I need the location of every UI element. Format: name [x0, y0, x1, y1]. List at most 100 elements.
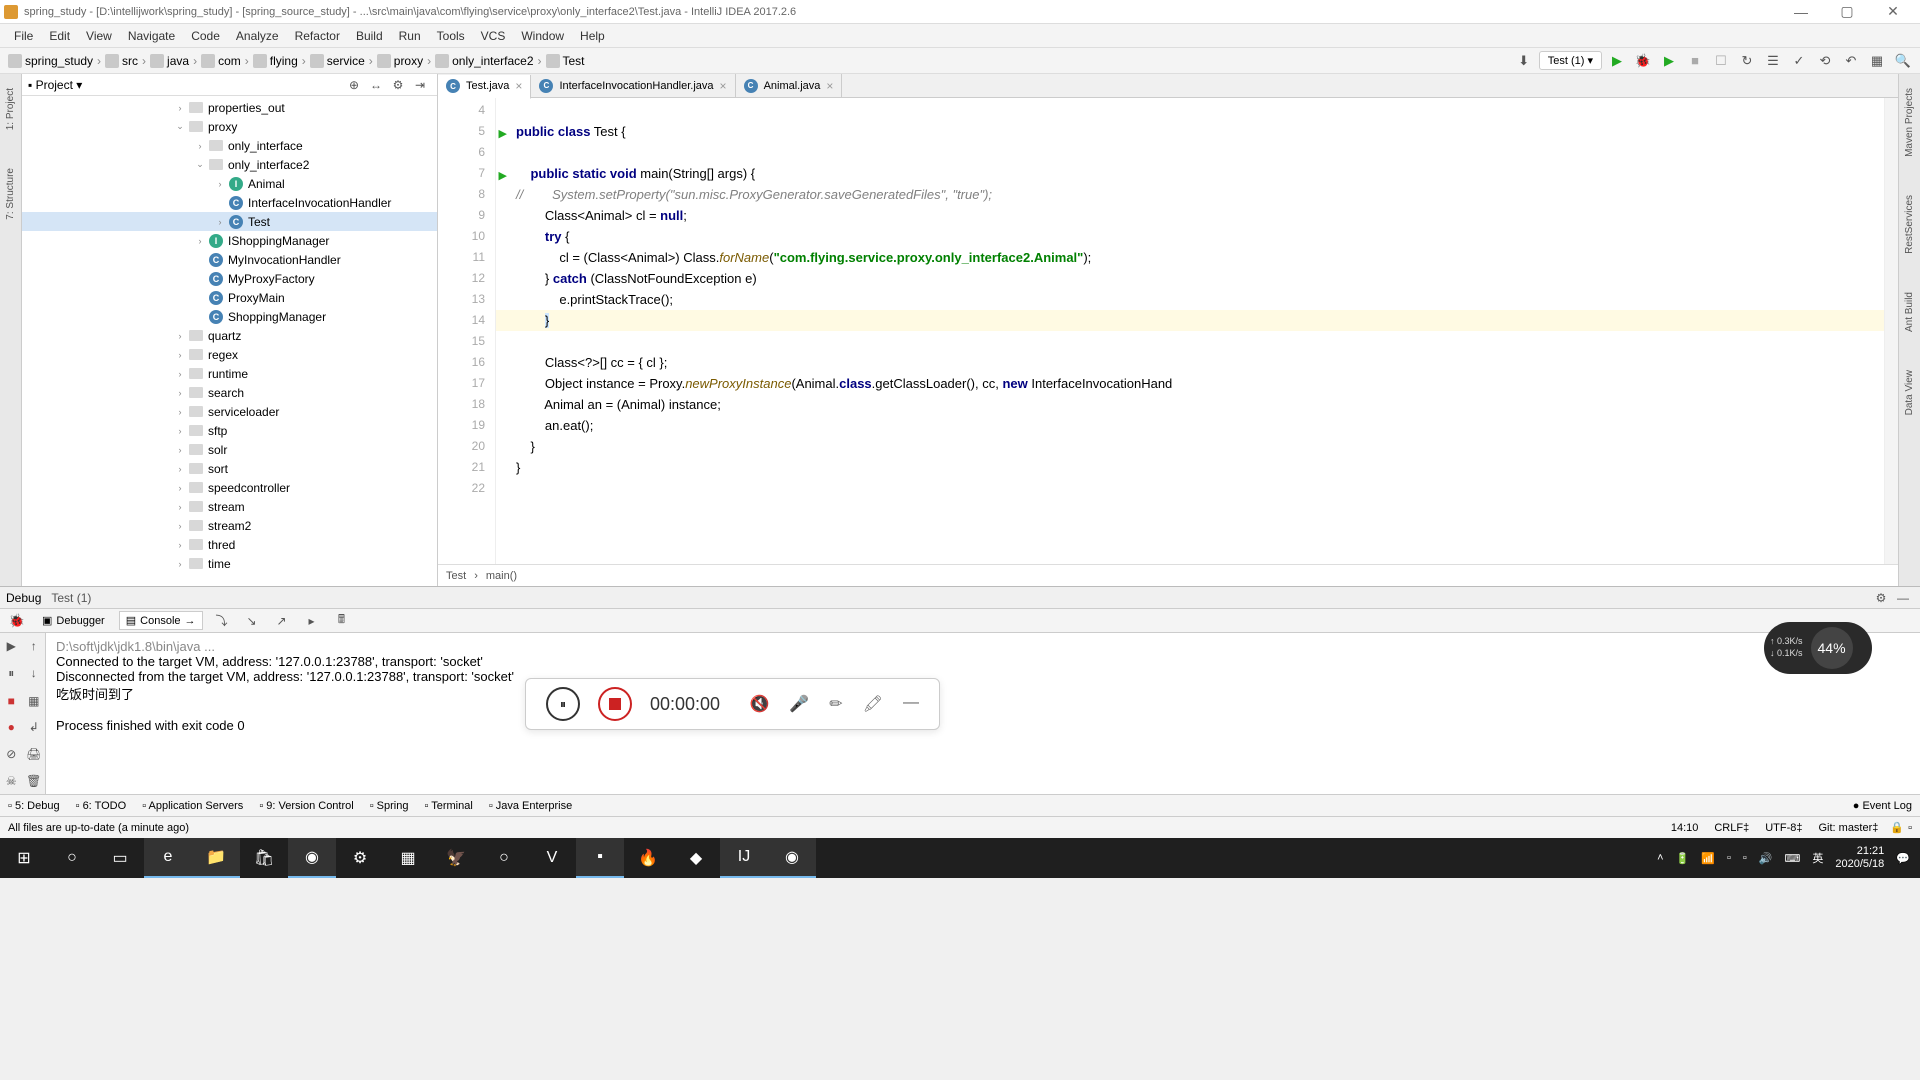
project-view-selector[interactable]: ▪ Project ▾: [28, 78, 343, 92]
settings-icon[interactable]: ⚙: [387, 74, 409, 96]
menu-build[interactable]: Build: [348, 29, 391, 43]
app6-icon[interactable]: ◆: [672, 838, 720, 878]
breadcrumb-com[interactable]: com: [199, 54, 243, 68]
keyboard-icon[interactable]: ⌨: [1784, 852, 1800, 865]
tool-9-version-control[interactable]: ▫ 9: Version Control: [259, 800, 353, 812]
menu-run[interactable]: Run: [391, 29, 429, 43]
app2-icon[interactable]: 🦅: [432, 838, 480, 878]
breadcrumb-service[interactable]: service: [308, 54, 367, 68]
tray-expand-icon[interactable]: ˄: [1657, 852, 1663, 864]
maven-tool-tab[interactable]: Maven Projects: [1904, 84, 1915, 161]
layout-icon[interactable]: ▦: [23, 687, 46, 714]
code-editor[interactable]: public class Test { public static void m…: [496, 98, 1884, 564]
tree-item-regex[interactable]: ›regex: [22, 345, 437, 364]
highlight-icon[interactable]: 🖍: [863, 694, 883, 714]
stop-button[interactable]: ■: [1684, 50, 1706, 72]
start-button[interactable]: ⊞: [0, 838, 48, 878]
power-icon[interactable]: 🔋: [1676, 852, 1690, 865]
tray-icon[interactable]: ▫: [1727, 852, 1731, 864]
tree-item-search[interactable]: ›search: [22, 383, 437, 402]
tree-item-proxy[interactable]: ⌄proxy: [22, 117, 437, 136]
tree-item-stream2[interactable]: ›stream2: [22, 516, 437, 535]
mic-icon[interactable]: 🎤: [789, 694, 809, 714]
breadcrumb-proxy[interactable]: proxy: [375, 54, 425, 68]
update-button[interactable]: ↻: [1736, 50, 1758, 72]
recorder-app-icon[interactable]: ◉: [768, 838, 816, 878]
chrome-icon[interactable]: ◉: [288, 838, 336, 878]
down-icon[interactable]: ↓: [23, 660, 46, 688]
breadcrumb-spring_study[interactable]: spring_study: [6, 54, 95, 68]
menu-view[interactable]: View: [78, 29, 120, 43]
search-icon[interactable]: 🔍: [1892, 50, 1914, 72]
line-ending[interactable]: CRLF‡: [1714, 822, 1749, 834]
breadcrumb-only_interface2[interactable]: only_interface2: [433, 54, 535, 68]
console-output[interactable]: D:\soft\jdk\jdk1.8\bin\java ...Connected…: [46, 633, 1920, 794]
close-tab-icon[interactable]: ×: [515, 79, 522, 93]
tree-item-sort[interactable]: ›sort: [22, 459, 437, 478]
project-tree[interactable]: ›properties_out⌄proxy›only_interface⌄onl…: [22, 96, 437, 586]
app4-icon[interactable]: V: [528, 838, 576, 878]
menu-analyze[interactable]: Analyze: [228, 29, 287, 43]
pause-record-button[interactable]: ⏸: [546, 687, 580, 721]
tree-item-shoppingmanager[interactable]: CShoppingManager: [22, 307, 437, 326]
close-tab-icon[interactable]: ×: [720, 79, 727, 93]
status-more-icon[interactable]: ▫: [1908, 822, 1912, 834]
tree-item-serviceloader[interactable]: ›serviceloader: [22, 402, 437, 421]
tree-item-speedcontroller[interactable]: ›speedcontroller: [22, 478, 437, 497]
breadcrumb-java[interactable]: java: [148, 54, 191, 68]
tree-item-myinvocationhandler[interactable]: CMyInvocationHandler: [22, 250, 437, 269]
menu-edit[interactable]: Edit: [41, 29, 78, 43]
maximize-button[interactable]: ▢: [1824, 1, 1870, 23]
cortana-icon[interactable]: ○: [48, 838, 96, 878]
breadcrumb-src[interactable]: src: [103, 54, 140, 68]
pause-icon[interactable]: ⏸: [0, 660, 23, 688]
encoding[interactable]: UTF-8‡: [1765, 822, 1802, 834]
rest-tool-tab[interactable]: RestServices: [1904, 191, 1915, 258]
tool-5-debug[interactable]: ▫ 5: Debug: [8, 800, 60, 812]
breadcrumb-test[interactable]: Test: [544, 54, 587, 68]
tree-item-ishoppingmanager[interactable]: ›IIShoppingManager: [22, 231, 437, 250]
minimize-button[interactable]: —: [1778, 1, 1824, 23]
vcs-branch-icon[interactable]: ☰: [1762, 50, 1784, 72]
tree-item-only_interface[interactable]: ›only_interface: [22, 136, 437, 155]
lock-icon[interactable]: 🔒: [1890, 821, 1904, 834]
breakpoint-icon[interactable]: ●: [0, 714, 23, 741]
tab-animal[interactable]: CAnimal.java×: [736, 74, 843, 98]
debug-hide-icon[interactable]: —: [1892, 587, 1914, 609]
menu-refactor[interactable]: Refactor: [287, 29, 348, 43]
rerun-icon[interactable]: 🐞: [6, 610, 28, 632]
debug-settings-icon[interactable]: ⚙: [1870, 587, 1892, 609]
close-tab-icon[interactable]: ×: [826, 79, 833, 93]
tool-terminal[interactable]: ▫ Terminal: [424, 800, 472, 812]
trash-icon[interactable]: 🗑: [23, 767, 46, 794]
hide-icon[interactable]: ⇥: [409, 74, 431, 96]
attach-button[interactable]: ☐: [1710, 50, 1732, 72]
store-icon[interactable]: 🛍: [240, 838, 288, 878]
menu-help[interactable]: Help: [572, 29, 613, 43]
tab-test[interactable]: CTest.java×: [438, 75, 531, 99]
breadcrumb-flying[interactable]: flying: [251, 54, 300, 68]
debugger-tab[interactable]: ▣ Debugger: [36, 612, 111, 629]
tree-item-animal[interactable]: ›IAnimal: [22, 174, 437, 193]
settings-icon[interactable]: ⚙: [336, 838, 384, 878]
minimize-recorder-icon[interactable]: —: [903, 694, 919, 714]
menu-vcs[interactable]: VCS: [473, 29, 514, 43]
step-into-icon[interactable]: ↘: [241, 610, 263, 632]
up-icon[interactable]: ↑: [23, 633, 46, 660]
menu-file[interactable]: File: [6, 29, 41, 43]
tree-item-sftp[interactable]: ›sftp: [22, 421, 437, 440]
app5-icon[interactable]: 🔥: [624, 838, 672, 878]
event-log[interactable]: ● Event Log: [1853, 800, 1912, 812]
app1-icon[interactable]: ▦: [384, 838, 432, 878]
volume-icon[interactable]: 🔊: [1759, 852, 1773, 865]
tree-item-time[interactable]: ›time: [22, 554, 437, 573]
tool-application-servers[interactable]: ▫ Application Servers: [142, 800, 243, 812]
project-tool-tab[interactable]: 1: Project: [5, 84, 16, 134]
ime-indicator[interactable]: 英: [1812, 850, 1823, 866]
tree-item-runtime[interactable]: ›runtime: [22, 364, 437, 383]
resume-icon[interactable]: ▶: [0, 633, 23, 660]
notifications-icon[interactable]: 💬: [1896, 852, 1910, 865]
mute-icon[interactable]: ⊘: [0, 741, 23, 768]
vcs-push-icon[interactable]: ✓: [1788, 50, 1810, 72]
kill-icon[interactable]: ☠: [0, 767, 23, 794]
